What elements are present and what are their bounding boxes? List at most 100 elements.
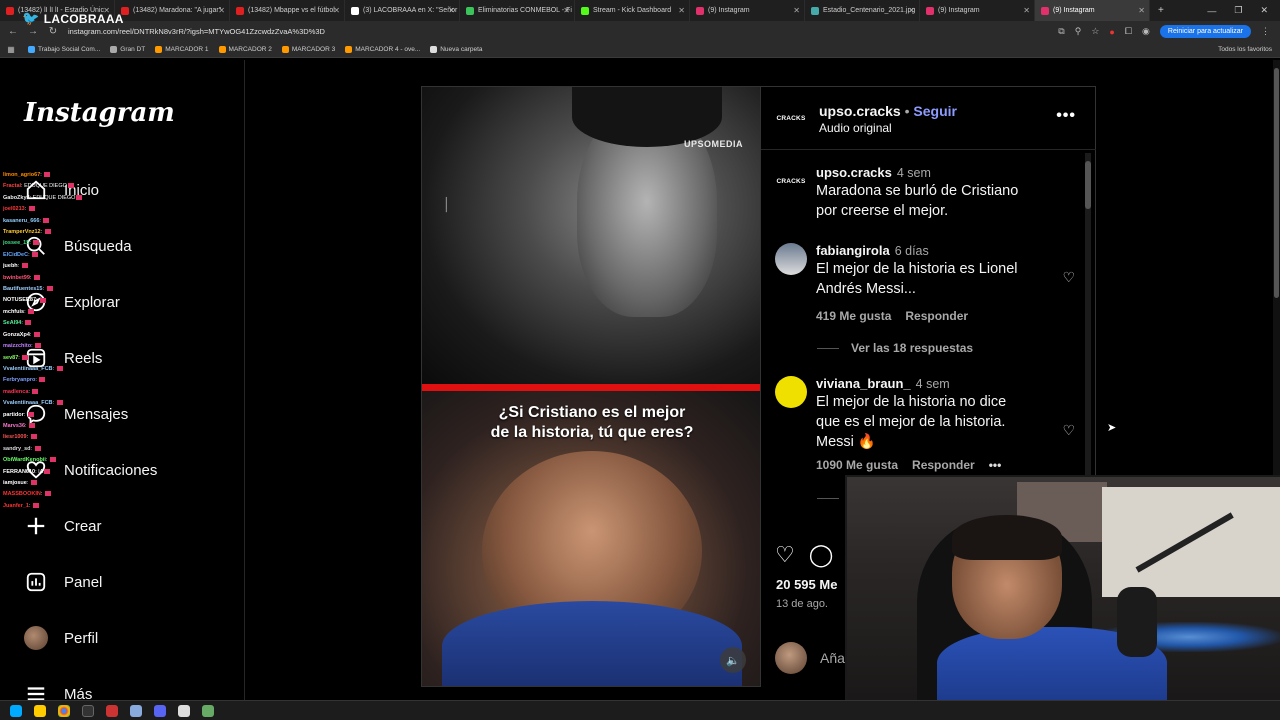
- mute-button[interactable]: 🔈: [720, 647, 746, 673]
- app-icon[interactable]: [106, 704, 118, 717]
- follow-button[interactable]: Seguir: [913, 103, 957, 119]
- browser-tab[interactable]: Stream - Kick Dashboard ✕: [575, 0, 690, 21]
- minimize-icon[interactable]: —: [1207, 6, 1216, 16]
- tab-favicon-icon: [926, 6, 934, 15]
- emote-icon: [33, 240, 40, 246]
- address-bar-row: ← → ↻ instagram.com/reel/DNTRkN8v3rR/?ig…: [0, 21, 1280, 42]
- tab-close-icon[interactable]: ✕: [448, 6, 455, 15]
- browser-menu-icon[interactable]: ⋮: [1261, 26, 1270, 37]
- view-replies[interactable]: Ver las 18 respuestas: [817, 341, 973, 355]
- comment-like-icon[interactable]: ♡: [1062, 269, 1075, 286]
- caption-username[interactable]: upso.cracks: [816, 165, 892, 180]
- browser-tab[interactable]: (9) Instagram ✕: [920, 0, 1035, 21]
- bookmark-item[interactable]: MARCADOR 1: [155, 46, 209, 53]
- comment-likes[interactable]: 419 Me gusta: [816, 309, 891, 323]
- install-icon[interactable]: ⧉: [1058, 26, 1064, 37]
- tab-close-icon[interactable]: ✕: [678, 6, 685, 15]
- extensions-puzzle-icon[interactable]: ⧠: [1125, 26, 1132, 37]
- comment-like-icon[interactable]: ♡: [1062, 422, 1075, 439]
- maximize-icon[interactable]: ❐: [1234, 5, 1242, 16]
- update-button[interactable]: Reiniciar para actualizar: [1159, 25, 1251, 38]
- bookmark-item[interactable]: Gran DT: [110, 46, 145, 53]
- all-bookmarks[interactable]: Todos los favoritos: [1218, 46, 1272, 53]
- chat-message: FERRAN610: IA: [3, 467, 118, 478]
- commenter-avatar[interactable]: [775, 243, 807, 275]
- back-icon[interactable]: ←: [6, 26, 20, 37]
- emote-icon: [30, 480, 37, 486]
- start-icon[interactable]: [10, 704, 22, 717]
- tab-close-icon[interactable]: ✕: [1023, 6, 1030, 15]
- instagram-logo[interactable]: Instagram: [24, 98, 175, 128]
- tab-close-icon[interactable]: ✕: [218, 6, 225, 15]
- apps-grid-icon[interactable]: ▦: [4, 45, 18, 54]
- browser-tab[interactable]: (9) Instagram ✕: [690, 0, 805, 21]
- bookmark-item[interactable]: Trabajo Social Com...: [28, 46, 100, 53]
- reply-button[interactable]: Responder: [905, 309, 968, 323]
- file-explorer-icon[interactable]: [34, 704, 46, 717]
- comment-more-icon[interactable]: •••: [989, 458, 1002, 472]
- tab-close-icon[interactable]: ✕: [1138, 6, 1145, 15]
- browser-tab[interactable]: (9) Instagram ✕: [1035, 0, 1150, 21]
- tab-close-icon[interactable]: ✕: [563, 6, 570, 15]
- bookmark-favicon-icon: [345, 46, 353, 53]
- notepad-icon[interactable]: [130, 704, 142, 717]
- new-tab-icon[interactable]: +: [1150, 5, 1172, 16]
- profile-icon[interactable]: ◉: [1142, 26, 1150, 37]
- extension-icon[interactable]: ●: [1109, 27, 1114, 37]
- nav-item-panel[interactable]: Panel: [24, 562, 102, 602]
- likes-count[interactable]: 20 595 Me: [776, 577, 837, 592]
- more-options-icon[interactable]: •••: [1056, 107, 1076, 125]
- author-username[interactable]: upso.cracks: [819, 103, 901, 119]
- emote-icon: [44, 468, 51, 474]
- tab-close-icon[interactable]: ✕: [908, 6, 915, 15]
- browser-tab[interactable]: (3) LACOBRAAA en X: "Señor ✕: [345, 0, 460, 21]
- avatar: [24, 626, 48, 650]
- caption-avatar[interactable]: CRACKS: [775, 165, 807, 197]
- tab-close-icon[interactable]: ✕: [333, 6, 340, 15]
- tab-favicon-icon: [1041, 6, 1049, 15]
- zoom-icon[interactable]: ⚲: [1075, 26, 1082, 37]
- reel-caption: ¿Si Cristiano es el mejor de la historia…: [490, 404, 694, 441]
- bookmark-item[interactable]: Nueva carpeta: [430, 46, 483, 53]
- obs-icon[interactable]: [82, 704, 94, 717]
- bookmark-item[interactable]: MARCADOR 2: [218, 46, 272, 53]
- reply-button[interactable]: Responder: [912, 458, 975, 472]
- bookmark-item[interactable]: MARCADOR 4 - ove...: [345, 46, 420, 53]
- browser-tab[interactable]: Estadio_Centenario_2021.jpg ✕: [805, 0, 920, 21]
- discord-icon[interactable]: [154, 704, 166, 717]
- chat-message: kasaneru_666:: [3, 216, 118, 227]
- browser-tab[interactable]: (13482) Maradona: "A jugar" ✕: [115, 0, 230, 21]
- commenter-username[interactable]: viviana_braun_: [816, 376, 911, 391]
- star-icon[interactable]: ☆: [1091, 26, 1099, 37]
- reel-video[interactable]: UPSOMEDIA ━━━━━ ¿Si Cristiano es el mejo…: [421, 86, 761, 687]
- reel-divider: [422, 384, 760, 391]
- chat-username: madlenca: [3, 388, 29, 395]
- nav-item-perfil[interactable]: Perfil: [24, 618, 98, 658]
- add-comment-input[interactable]: Aña: [820, 650, 845, 666]
- app2-icon[interactable]: [202, 704, 214, 717]
- browser-tab-bar: (13482) lI lI lI - Estadio Únic ✕ (13482) …: [0, 0, 1280, 21]
- comment-likes[interactable]: 1090 Me gusta: [816, 458, 898, 472]
- like-heart-icon[interactable]: ♡: [775, 542, 795, 568]
- commenter-avatar[interactable]: [775, 376, 807, 408]
- chat-username: Juanfer_1: [3, 502, 29, 509]
- browser-tab[interactable]: Eliminatorias CONMEBOL - Fi ✕: [460, 0, 575, 21]
- bookmark-item[interactable]: MARCADOR 3: [281, 46, 335, 53]
- capcut-icon[interactable]: [178, 704, 190, 717]
- chat-username: sev87: [3, 354, 19, 361]
- reload-icon[interactable]: ↻: [46, 26, 60, 37]
- url-field[interactable]: instagram.com/reel/DNTRkN8v3rR/?igsh=MTY…: [68, 27, 1058, 36]
- chrome-icon[interactable]: [58, 704, 70, 717]
- chat-text: IA: [38, 468, 44, 475]
- author-avatar[interactable]: CRACKS: [775, 102, 807, 134]
- chat-username: jossee_15: [3, 240, 30, 247]
- commenter-username[interactable]: fabiangirola: [816, 243, 890, 258]
- comments-scrollbar[interactable]: [1085, 153, 1091, 481]
- browser-tab[interactable]: (13482) Mbappe vs el fútbol ✕: [230, 0, 345, 21]
- audio-label[interactable]: Audio original: [819, 121, 892, 135]
- comment-bubble-icon[interactable]: ◯: [809, 542, 834, 568]
- close-window-icon[interactable]: ✕: [1260, 5, 1268, 16]
- tab-close-icon[interactable]: ✕: [793, 6, 800, 15]
- emote-icon: [33, 331, 40, 337]
- forward-icon[interactable]: →: [26, 26, 40, 37]
